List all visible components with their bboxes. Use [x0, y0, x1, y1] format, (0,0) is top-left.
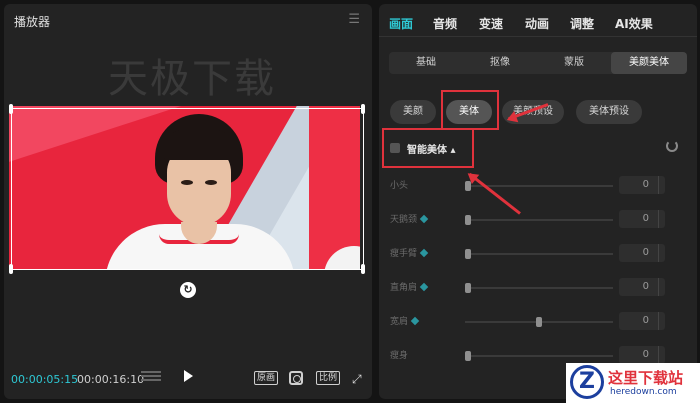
subtab-mask[interactable]: 蒙版 [537, 52, 611, 74]
player-title: 播放器 [14, 15, 51, 29]
reset-icon[interactable] [666, 140, 678, 152]
ai-diamond-icon [419, 214, 429, 224]
slider-label: 天鹅颈 [390, 212, 429, 225]
pill-body[interactable]: 美体 [446, 100, 492, 124]
tab-adjust[interactable]: 调整 [570, 15, 594, 32]
subtab-bar: 基础 抠像 蒙版 美颜美体 [389, 52, 687, 74]
rotate-icon[interactable]: ↻ [180, 282, 196, 298]
ai-body-checkbox[interactable] [390, 143, 400, 153]
subtab-basic[interactable]: 基础 [389, 52, 463, 74]
slider-track[interactable] [465, 215, 613, 225]
total-time: 00:00:16:10 [77, 373, 145, 386]
slider-row: 直角肩 0 [379, 278, 697, 298]
ai-diamond-icon [410, 316, 420, 326]
slider-value-input[interactable]: 0 [619, 278, 665, 296]
subtab-beauty[interactable]: 美颜美体 [611, 52, 687, 74]
slider-thumb[interactable] [465, 249, 471, 259]
slider-track[interactable] [465, 351, 613, 361]
tab-speed[interactable]: 变速 [479, 15, 503, 32]
site-logo: Z 这里下载站 heredown.com [566, 363, 700, 403]
focus-icon[interactable] [289, 371, 303, 385]
slider-value-input[interactable]: 0 [619, 176, 665, 194]
video-preview[interactable] [9, 106, 360, 269]
slider-thumb[interactable] [465, 283, 471, 293]
ai-diamond-icon [419, 282, 429, 292]
watermark-text: 天极下载 [108, 56, 276, 102]
slider-label: 直角肩 [390, 280, 429, 293]
slider-track[interactable] [465, 249, 613, 259]
resize-handle-bottom-right[interactable] [361, 264, 365, 274]
resize-handle-top-right[interactable] [361, 104, 365, 114]
tab-animation[interactable]: 动画 [525, 15, 549, 32]
original-button[interactable]: 原画 [254, 371, 279, 385]
tab-picture[interactable]: 画面 [389, 15, 413, 32]
tab-ai-effects[interactable]: AI效果 [615, 15, 653, 32]
pill-beauty[interactable]: 美颜 [390, 100, 436, 124]
slider-label: 瘦身 [390, 351, 409, 361]
slider-value-input[interactable]: 0 [619, 244, 665, 262]
play-button[interactable] [184, 370, 193, 382]
divider [379, 36, 697, 37]
resize-handle-top-left[interactable] [9, 104, 13, 114]
tab-audio[interactable]: 音频 [433, 15, 457, 32]
slider-thumb[interactable] [536, 317, 542, 327]
slider-label: 小头 [390, 181, 409, 191]
hamburger-icon[interactable]: ☰ [348, 12, 360, 27]
slider-thumb[interactable] [465, 351, 471, 361]
ai-diamond-icon [419, 248, 429, 258]
slider-row: 瘦手臂 0 [379, 244, 697, 264]
resize-handle-bottom-left[interactable] [9, 264, 13, 274]
slider-row: 宽肩 0 [379, 312, 697, 332]
slider-value-input[interactable]: 0 [619, 312, 665, 330]
fullscreen-icon[interactable]: ⤢ [352, 372, 362, 387]
slider-value-input[interactable]: 0 [619, 210, 665, 228]
current-time: 00:00:05:15 [11, 373, 79, 386]
slider-row: 天鹅颈 0 [379, 210, 697, 230]
slider-label: 瘦手臂 [390, 246, 429, 259]
slider-thumb[interactable] [465, 215, 471, 225]
editor-panel: 画面 音频 变速 动画 调整 AI效果 基础 抠像 蒙版 美颜美体 美颜 美体 … [379, 4, 697, 399]
slider-row: 小头 0 [379, 176, 697, 196]
ai-body-label[interactable]: 智能美体 ▴ [407, 141, 456, 156]
pill-body-preset[interactable]: 美体预设 [576, 100, 642, 124]
slider-track[interactable] [465, 317, 613, 327]
slider-value-input[interactable]: 0 [619, 346, 665, 364]
subtab-cutout[interactable]: 抠像 [463, 52, 537, 74]
logo-url: heredown.com [610, 387, 677, 397]
ratio-button[interactable]: 比例 [316, 371, 341, 385]
list-icon[interactable] [141, 371, 161, 385]
logo-mark: Z [570, 365, 604, 399]
slider-track[interactable] [465, 283, 613, 293]
logo-name: 这里下载站 [608, 369, 684, 387]
slider-label: 宽肩 [390, 314, 420, 327]
